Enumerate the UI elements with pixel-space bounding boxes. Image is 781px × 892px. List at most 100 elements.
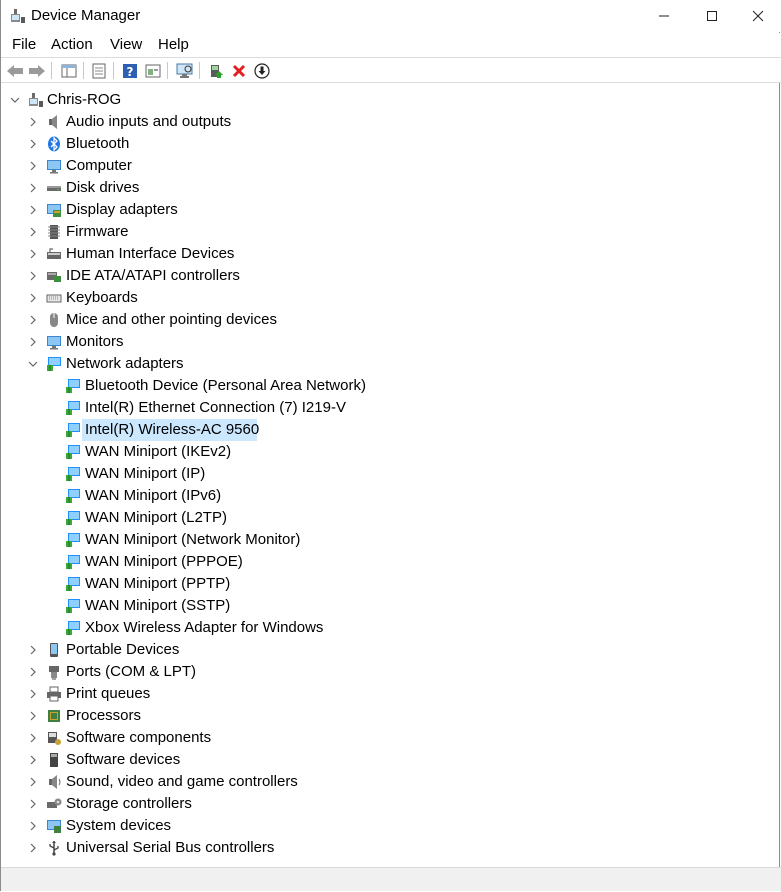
tree-device-item[interactable]: Xbox Wireless Adapter for Windows	[1, 617, 781, 639]
category-label: Keyboards	[66, 289, 138, 306]
tree-device-item[interactable]: WAN Miniport (SSTP)	[1, 595, 781, 617]
refresh-view-button[interactable]	[143, 61, 163, 81]
tree-category-storage-controllers[interactable]: Storage controllers	[1, 793, 781, 815]
chevron-right-icon[interactable]	[27, 177, 39, 199]
computer-icon	[47, 160, 61, 174]
tree-device-item[interactable]: WAN Miniport (L2TP)	[1, 507, 781, 529]
tree-device-item[interactable]: WAN Miniport (IP)	[1, 463, 781, 485]
menu-file[interactable]: File	[12, 35, 36, 55]
tree-device-item[interactable]: Bluetooth Device (Personal Area Network)	[1, 375, 781, 397]
chevron-down-icon[interactable]	[27, 353, 39, 375]
category-label: Software devices	[66, 751, 181, 768]
menu-help[interactable]: Help	[158, 35, 189, 55]
chevron-right-icon[interactable]	[27, 265, 39, 287]
network-child-icon	[66, 555, 80, 569]
tree-category-ports-com-lpt[interactable]: Ports (COM & LPT)	[1, 661, 781, 683]
portable-device-icon	[50, 643, 58, 657]
forward-button[interactable]	[27, 61, 47, 81]
tree-device-item[interactable]: WAN Miniport (IPv6)	[1, 485, 781, 507]
uninstall-device-button[interactable]	[229, 61, 249, 81]
tree-category-computer[interactable]: Computer	[1, 155, 781, 177]
back-button[interactable]	[5, 61, 25, 81]
network-child-icon	[66, 577, 80, 591]
tree-category-universal-serial-bus-controllers[interactable]: Universal Serial Bus controllers	[1, 837, 781, 859]
category-label: Firmware	[66, 223, 129, 240]
tree-category-bluetooth[interactable]: Bluetooth	[1, 133, 781, 155]
chevron-right-icon[interactable]	[27, 331, 39, 353]
tree-category-software-components[interactable]: Software components	[1, 727, 781, 749]
tree-device-item[interactable]: WAN Miniport (PPPOE)	[1, 551, 781, 573]
tree-device-item[interactable]: WAN Miniport (IKEv2)	[1, 441, 781, 463]
tree-category-disk-drives[interactable]: Disk drives	[1, 177, 781, 199]
tree-device-item[interactable]: Intel(R) Ethernet Connection (7) I219-V	[1, 397, 781, 419]
menu-view[interactable]: View	[110, 35, 142, 55]
processor-icon	[48, 710, 60, 722]
chevron-right-icon[interactable]	[27, 683, 39, 705]
chevron-down-icon[interactable]	[9, 89, 21, 111]
menu-bar: File Action View Help	[1, 33, 781, 57]
chevron-right-icon[interactable]	[27, 771, 39, 793]
sound-controller-icon	[49, 775, 61, 789]
tree-category-system-devices[interactable]: System devices	[1, 815, 781, 837]
keyboard-icon	[46, 294, 62, 303]
tree-device-item[interactable]: WAN Miniport (Network Monitor)	[1, 529, 781, 551]
chevron-right-icon[interactable]	[27, 749, 39, 771]
tree-category-ide-ata-atapi-controllers[interactable]: IDE ATA/ATAPI controllers	[1, 265, 781, 287]
device-manager-app-icon	[11, 9, 25, 23]
network-child-icon	[66, 423, 80, 437]
view-icon	[145, 64, 161, 78]
tree-category-sound-video-and-game-controllers[interactable]: Sound, video and game controllers	[1, 771, 781, 793]
device-manager-window: Device Manager File Action View Help ? C…	[0, 0, 781, 891]
disable-device-button[interactable]	[252, 61, 272, 81]
download-arrow-icon	[254, 63, 270, 79]
chevron-right-icon[interactable]	[27, 243, 39, 265]
tree-category-keyboards[interactable]: Keyboards	[1, 287, 781, 309]
tree-category-mice-and-other-pointing-devices[interactable]: Mice and other pointing devices	[1, 309, 781, 331]
show-hide-console-tree-button[interactable]	[59, 61, 79, 81]
chevron-right-icon[interactable]	[27, 837, 39, 859]
tree-category-monitors[interactable]: Monitors	[1, 331, 781, 353]
tree-category-human-interface-devices[interactable]: Human Interface Devices	[1, 243, 781, 265]
close-button[interactable]	[735, 0, 781, 32]
update-driver-button[interactable]	[206, 61, 226, 81]
tree-category-software-devices[interactable]: Software devices	[1, 749, 781, 771]
scan-hardware-button[interactable]	[175, 61, 195, 81]
category-label: Network adapters	[66, 355, 184, 372]
chevron-right-icon[interactable]	[27, 661, 39, 683]
computer-root-icon	[29, 93, 43, 107]
firmware-icon	[48, 225, 60, 239]
tree-device-item[interactable]: WAN Miniport (PPTP)	[1, 573, 781, 595]
chevron-right-icon[interactable]	[27, 221, 39, 243]
minimize-button[interactable]	[641, 0, 687, 32]
chevron-right-icon[interactable]	[27, 111, 39, 133]
menu-action[interactable]: Action	[51, 35, 93, 55]
tree-root-chris-rog[interactable]: Chris-ROG	[1, 89, 781, 111]
chevron-right-icon[interactable]	[27, 309, 39, 331]
chevron-right-icon[interactable]	[27, 133, 39, 155]
chevron-right-icon[interactable]	[27, 793, 39, 815]
title-bar: Device Manager	[1, 0, 781, 32]
tree-category-portable-devices[interactable]: Portable Devices	[1, 639, 781, 661]
tree-category-firmware[interactable]: Firmware	[1, 221, 781, 243]
system-device-icon	[47, 820, 61, 833]
chevron-right-icon[interactable]	[27, 705, 39, 727]
chevron-right-icon[interactable]	[27, 287, 39, 309]
properties-button[interactable]	[89, 61, 109, 81]
chevron-right-icon[interactable]	[27, 639, 39, 661]
tree-category-print-queues[interactable]: Print queues	[1, 683, 781, 705]
chevron-right-icon[interactable]	[27, 199, 39, 221]
tree-category-network-adapters[interactable]: Network adapters	[1, 353, 781, 375]
help-button[interactable]: ?	[120, 61, 140, 81]
tree-category-audio-inputs-and-outputs[interactable]: Audio inputs and outputs	[1, 111, 781, 133]
tree-device-item-selected[interactable]: Intel(R) Wireless-AC 9560	[1, 419, 781, 441]
tree-category-processors[interactable]: Processors	[1, 705, 781, 727]
maximize-button[interactable]	[689, 0, 735, 32]
tree-category-display-adapters[interactable]: Display adapters	[1, 199, 781, 221]
console-tree-icon	[61, 64, 77, 78]
hid-icon	[47, 248, 61, 259]
chevron-right-icon[interactable]	[27, 727, 39, 749]
network-child-icon	[66, 489, 80, 503]
chevron-right-icon[interactable]	[27, 815, 39, 837]
category-label: Portable Devices	[66, 641, 180, 658]
chevron-right-icon[interactable]	[27, 155, 39, 177]
